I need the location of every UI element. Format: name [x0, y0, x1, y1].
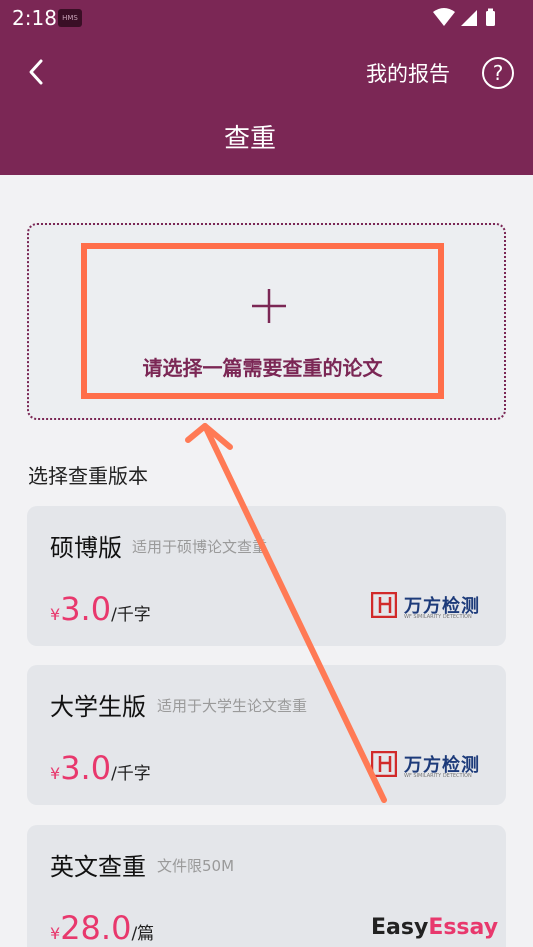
back-button[interactable] — [22, 55, 52, 89]
plan-description: 适用于硕博论文查重 — [132, 538, 268, 556]
price-unit: /千字 — [111, 605, 151, 625]
chevron-left-icon — [29, 59, 43, 85]
wanfang-mark-icon — [371, 751, 397, 777]
status-icons — [433, 8, 495, 26]
plan-description: 适用于大学生论文查重 — [157, 697, 308, 715]
currency-symbol: ¥ — [50, 764, 61, 783]
status-time: 2:18 — [12, 6, 57, 30]
price-value: 3.0 — [60, 590, 112, 628]
section-title: 选择查重版本 — [28, 464, 148, 488]
plus-icon — [252, 289, 286, 323]
wanfang-mark-icon — [371, 592, 397, 618]
wanfang-logo: 万方检测 WF SIMILARITY DETECTION — [371, 592, 483, 624]
price-unit: /千字 — [111, 764, 151, 784]
plan-name: 大学生版 — [50, 693, 146, 721]
plan-card-undergraduate[interactable]: 大学生版 适用于大学生论文查重 ¥3.0/千字 万方检测 WF SIMILARI… — [27, 665, 506, 805]
brand-subtitle: WF SIMILARITY DETECTION — [404, 773, 472, 779]
easyessay-logo: EasyEssay — [371, 915, 498, 940]
plan-name: 英文查重 — [50, 853, 146, 881]
wifi-icon — [433, 8, 455, 26]
plan-name: 硕博版 — [50, 534, 122, 562]
hms-icon: HMS — [58, 9, 82, 27]
page-title: 查重 — [223, 124, 276, 154]
help-button[interactable]: ? — [482, 57, 514, 89]
upload-area[interactable]: 请选择一篇需要查重的论文 — [27, 223, 506, 420]
plan-price: ¥3.0/千字 — [50, 749, 151, 787]
app-header: 2:18 HMS 我的报告 ? 查重 — [0, 0, 533, 175]
price-unit: /篇 — [131, 924, 155, 944]
status-bar: 2:18 HMS — [0, 0, 533, 36]
plan-price: ¥28.0/篇 — [50, 909, 154, 947]
price-value: 28.0 — [60, 909, 132, 947]
plan-price: ¥3.0/千字 — [50, 590, 151, 628]
price-value: 3.0 — [60, 749, 112, 787]
currency-symbol: ¥ — [50, 924, 61, 943]
currency-symbol: ¥ — [50, 605, 61, 624]
brand-subtitle: WF SIMILARITY DETECTION — [404, 614, 472, 620]
brand-easy: Easy — [371, 915, 429, 940]
battery-icon — [486, 11, 495, 26]
my-reports-link[interactable]: 我的报告 — [366, 58, 450, 88]
select-paper-label: 请选择一篇需要查重的论文 — [142, 356, 383, 380]
plan-card-masters-phd[interactable]: 硕博版 适用于硕博论文查重 ¥3.0/千字 万方检测 WF SIMILARITY… — [27, 506, 506, 646]
upload-highlight-box[interactable]: 请选择一篇需要查重的论文 — [81, 243, 444, 399]
arrow-head — [185, 423, 233, 450]
signal-icon — [461, 10, 477, 26]
wanfang-logo: 万方检测 WF SIMILARITY DETECTION — [371, 751, 483, 783]
plan-card-english[interactable]: 英文查重 文件限50M ¥28.0/篇 EasyEssay — [27, 825, 506, 947]
brand-essay: Essay — [428, 915, 499, 940]
plan-description: 文件限50M — [157, 857, 235, 875]
